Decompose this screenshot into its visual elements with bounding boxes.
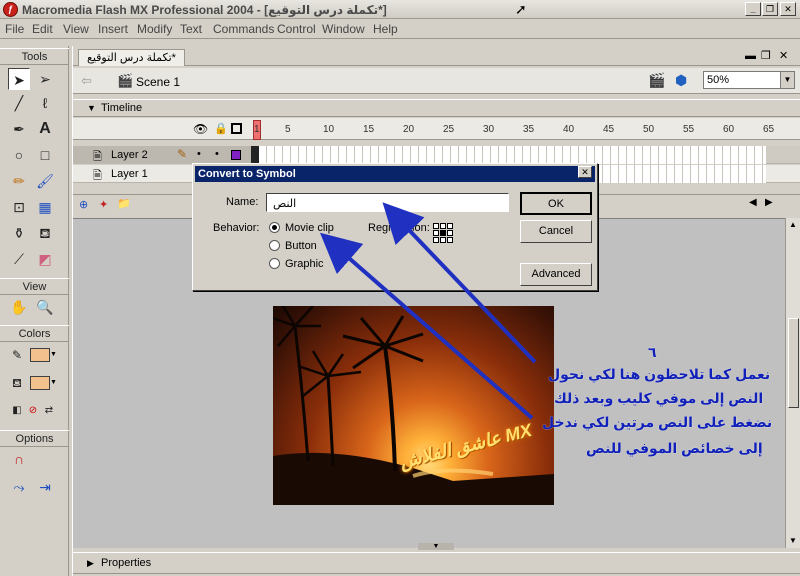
- annotation-line: نعمل كما تلاحظون هنا لكي نحول: [548, 366, 771, 382]
- annotation-number: ٦: [648, 344, 657, 360]
- arrow-to-name-field: [382, 202, 537, 364]
- annotation-line: إلى خصائص الموفي للنص: [586, 440, 763, 456]
- annotation-arrows: [319, 202, 537, 420]
- annotation-line: نضغط على النص مرتين لكي ندخل: [542, 414, 773, 430]
- annotation-line: النص إلى موفي كليب وبعد ذلك: [554, 390, 764, 406]
